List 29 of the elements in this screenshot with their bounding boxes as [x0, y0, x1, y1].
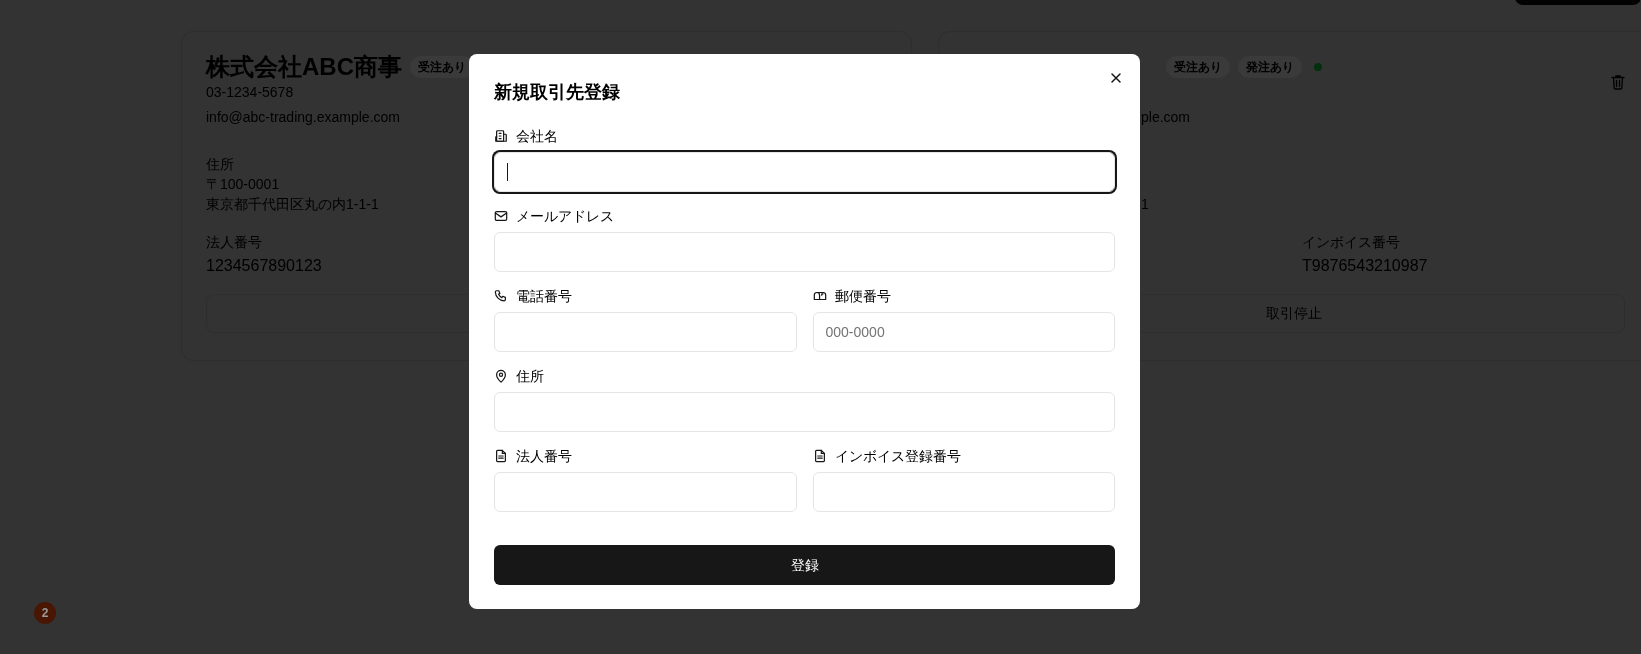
input-field[interactable]	[494, 472, 797, 512]
map-pin-icon	[494, 369, 508, 383]
input-field[interactable]	[494, 312, 797, 352]
field-label: 住所	[516, 367, 544, 386]
field-label: 法人番号	[516, 447, 572, 466]
field-label: メールアドレス	[516, 207, 614, 226]
input-field[interactable]	[494, 152, 1115, 192]
document-icon	[812, 449, 827, 463]
dialog-title: 新規取引先登録	[494, 81, 621, 104]
envelope-icon	[494, 209, 508, 223]
trash-icon[interactable]	[1611, 74, 1625, 90]
notification-badge: 2	[34, 602, 56, 624]
field-label: 会社名	[516, 127, 558, 146]
input-field[interactable]	[494, 232, 1115, 272]
input-field[interactable]: 000-0000	[812, 312, 1115, 352]
status-tag: 発注あり	[1238, 56, 1302, 78]
document-icon	[494, 449, 508, 463]
building-icon	[494, 129, 508, 143]
input-field[interactable]	[812, 472, 1115, 512]
field-label: 電話番号	[516, 287, 572, 306]
text-cursor	[507, 163, 508, 181]
status-tag: 受注あり	[1166, 56, 1230, 78]
submit-button[interactable]: 登録	[494, 545, 1115, 585]
input-field[interactable]	[494, 392, 1115, 432]
phone-icon	[494, 289, 508, 303]
field-label: 郵便番号	[834, 287, 891, 306]
mailbox-icon	[812, 289, 827, 303]
close-icon	[1110, 72, 1122, 84]
field-label: インボイス登録番号	[834, 447, 961, 466]
